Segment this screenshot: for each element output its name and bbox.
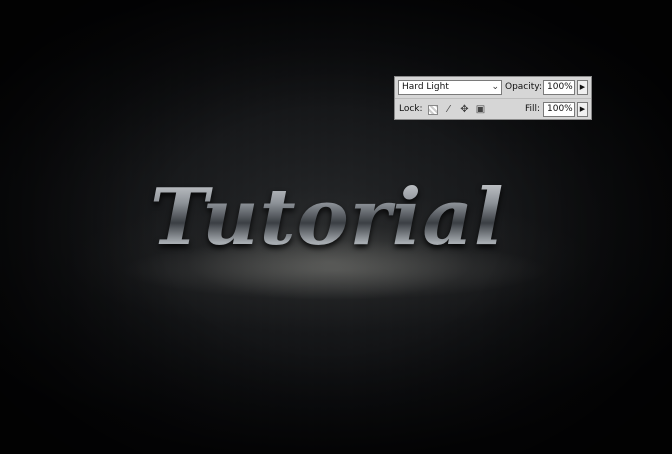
- blend-mode-select[interactable]: Hard Light ⌄: [398, 80, 502, 95]
- lock-row: Lock: ⁄ ✥ ▣ Fill: 100% ▶: [395, 99, 591, 120]
- opacity-slider-button[interactable]: ▶: [577, 80, 588, 95]
- chevron-down-icon: ⌄: [491, 82, 499, 92]
- fill-label: Fill:: [525, 104, 541, 114]
- opacity-input[interactable]: 100%: [543, 80, 575, 95]
- blend-row: Hard Light ⌄ Opacity: 100% ▶: [395, 77, 591, 99]
- brush-icon[interactable]: ⁄: [443, 104, 454, 115]
- padlock-icon[interactable]: ▣: [475, 104, 486, 115]
- triangle-right-icon: ▶: [579, 105, 586, 113]
- opacity-label: Opacity:: [505, 82, 542, 92]
- lock-label: Lock:: [399, 104, 423, 114]
- blend-mode-value: Hard Light: [402, 82, 449, 92]
- fill-slider-button[interactable]: ▶: [577, 102, 588, 117]
- metal-text-layer: Tutorial: [150, 168, 510, 268]
- move-icon[interactable]: ✥: [459, 104, 470, 115]
- lock-transparent-icon[interactable]: [428, 105, 438, 115]
- fill-input[interactable]: 100%: [543, 102, 575, 117]
- triangle-right-icon: ▶: [579, 83, 586, 91]
- layers-options-panel: Hard Light ⌄ Opacity: 100% ▶ Lock: ⁄ ✥ ▣…: [394, 76, 592, 120]
